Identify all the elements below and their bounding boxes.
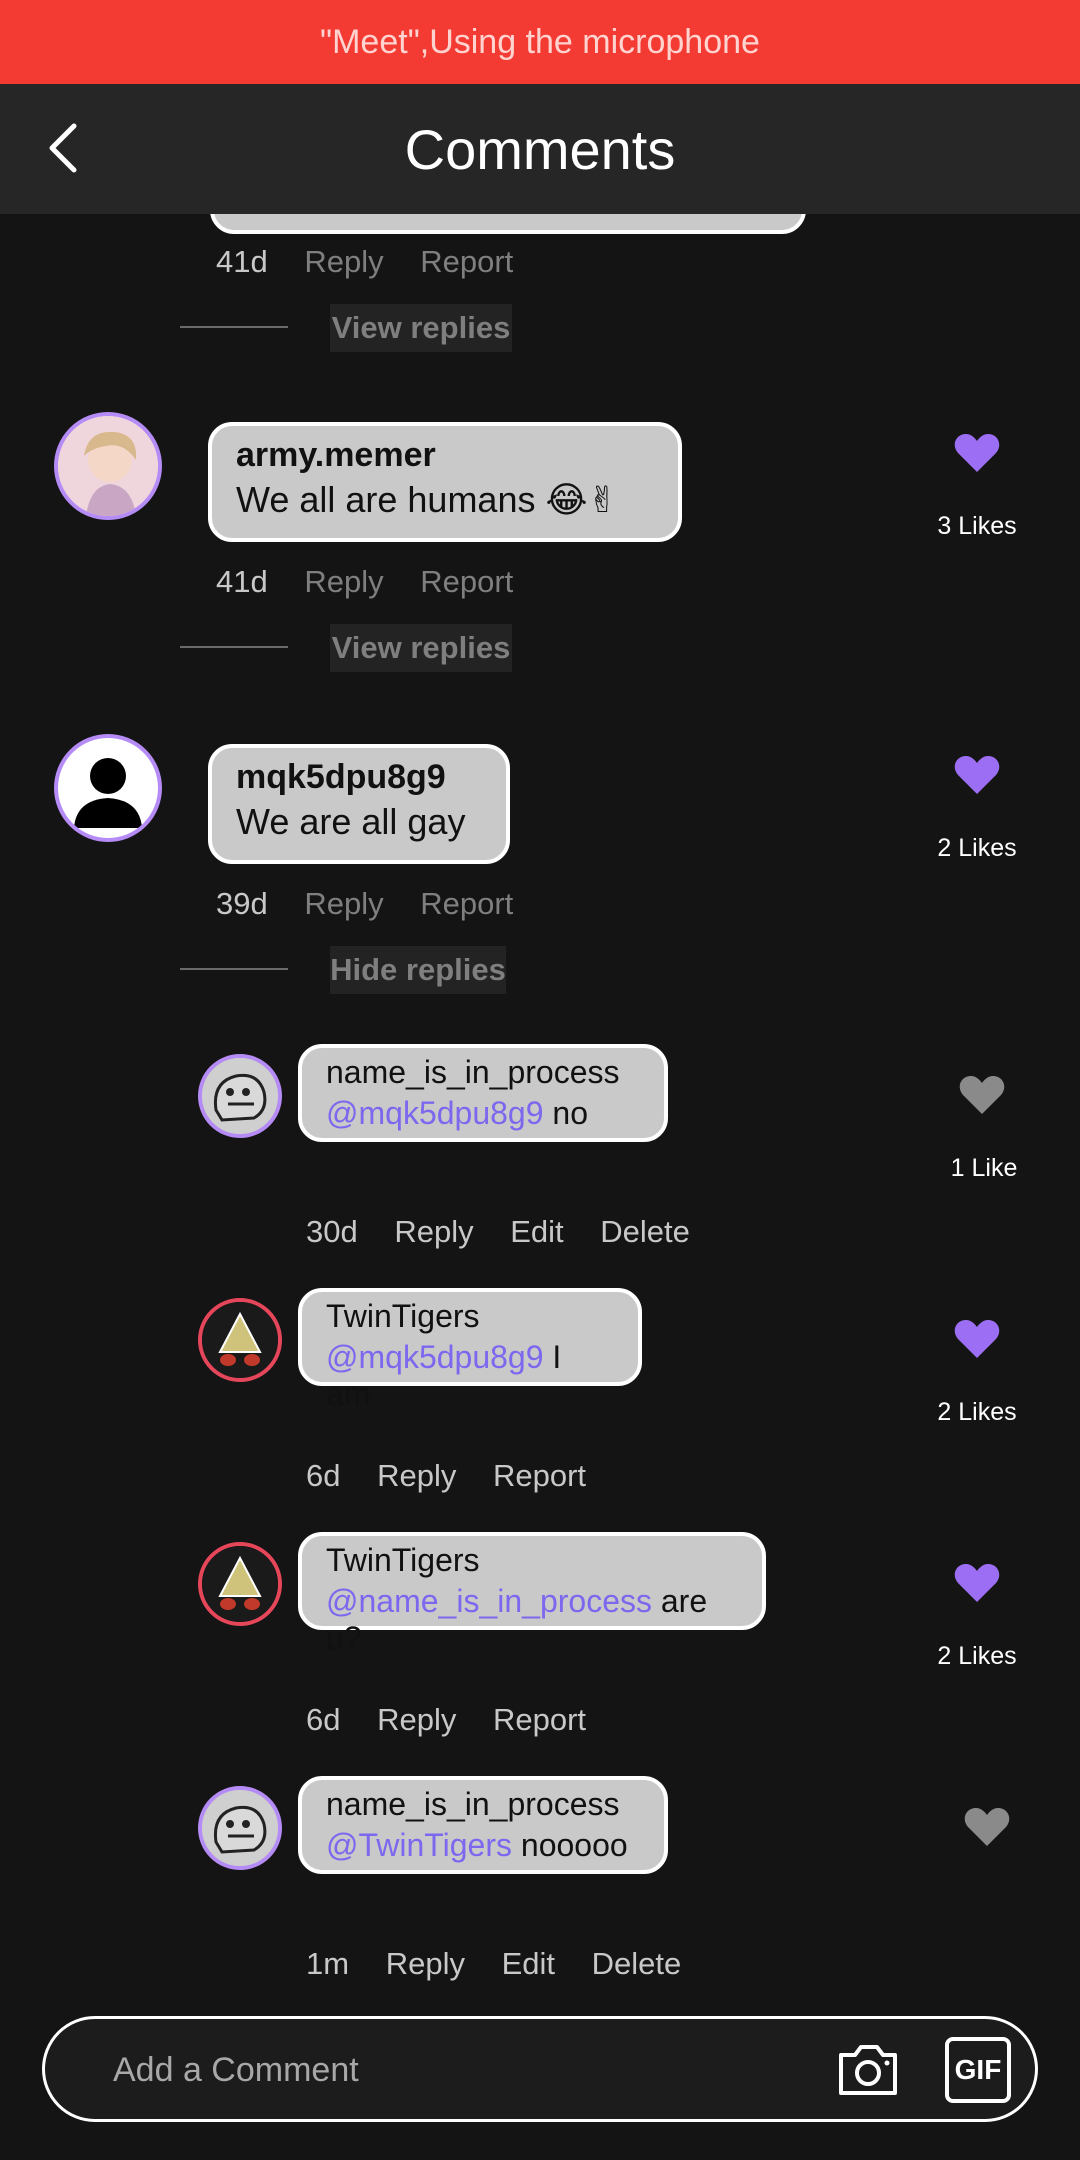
reply-button[interactable]: Reply (304, 564, 383, 599)
edit-button[interactable]: Edit (502, 1946, 555, 1981)
reply-bubble: name_is_in_process @TwinTigers nooooo (298, 1776, 668, 1874)
reply-meta: 1m Reply Edit Delete (306, 1946, 709, 1982)
doodle-avatar-icon (202, 1790, 278, 1866)
like-count: 2 Likes (937, 834, 1017, 862)
reply-username[interactable]: name_is_in_process (326, 1054, 640, 1091)
like-count: 3 Likes (937, 512, 1017, 540)
view-replies-button[interactable]: View replies (330, 624, 512, 672)
mention-link[interactable]: @name_is_in_process (326, 1583, 652, 1619)
add-comment-input[interactable] (111, 2041, 835, 2099)
comment-time: 41d (216, 244, 268, 279)
reply-text: @TwinTigers nooooo (326, 1827, 640, 1864)
back-arrow-icon[interactable] (44, 120, 84, 176)
profile-photo-icon (58, 416, 158, 516)
like-heart-icon[interactable] (963, 1806, 1011, 1848)
comment-meta: 41d Reply Report (216, 564, 541, 600)
avatar[interactable] (198, 1054, 282, 1138)
comment-bubble: mqk5dpu8g9 We are all gay (208, 744, 510, 864)
avatar[interactable] (198, 1786, 282, 1870)
camera-icon[interactable] (835, 2039, 901, 2099)
reply-username[interactable]: TwinTigers (326, 1542, 738, 1579)
report-button[interactable]: Report (493, 1702, 586, 1737)
mention-link[interactable]: @mqk5dpu8g9 (326, 1095, 544, 1131)
like-heart-icon[interactable] (953, 754, 1001, 796)
hide-replies-button[interactable]: Hide replies (330, 946, 506, 994)
comment-bubble: army.memer We all are humans 😂✌ (208, 422, 682, 542)
reply-username[interactable]: name_is_in_process (326, 1786, 640, 1823)
report-button[interactable]: Report (493, 1458, 586, 1493)
reply-button[interactable]: Reply (377, 1702, 456, 1737)
avatar[interactable] (54, 734, 162, 842)
comment-time: 39d (216, 886, 268, 921)
avatar[interactable] (198, 1298, 282, 1382)
reply-text: @mqk5dpu8g9 no (326, 1095, 640, 1132)
like-heart-icon[interactable] (953, 1318, 1001, 1360)
reply-button[interactable]: Reply (304, 244, 383, 279)
status-banner-text: "Meet",Using the microphone (320, 22, 760, 61)
reply-meta: 6d Reply Report (306, 1458, 614, 1494)
comment-text: We all are humans 😂✌ (236, 479, 618, 520)
reply-time: 6d (306, 1458, 341, 1493)
comment-username[interactable]: mqk5dpu8g9 (236, 758, 482, 797)
reply-button[interactable]: Reply (377, 1458, 456, 1493)
reply-button[interactable]: Reply (386, 1946, 465, 1981)
mention-link[interactable]: @mqk5dpu8g9 (326, 1339, 544, 1375)
avatar[interactable] (198, 1542, 282, 1626)
reply-body: nooooo (512, 1827, 628, 1863)
doodle-avatar-icon (202, 1058, 278, 1134)
like-count: 2 Likes (937, 1398, 1017, 1426)
avatar[interactable] (54, 412, 162, 520)
divider-line (180, 968, 288, 970)
view-replies-button[interactable]: View replies (330, 304, 512, 352)
pyramid-avatar-icon (202, 1546, 278, 1622)
reply-meta: 30d Reply Edit Delete (306, 1214, 718, 1250)
reply-bubble: TwinTigers @name_is_in_process are u? (298, 1532, 766, 1656)
reply-body: no (543, 1095, 588, 1131)
reply-button[interactable]: Reply (394, 1214, 473, 1249)
pyramid-avatar-icon (202, 1302, 278, 1378)
status-banner[interactable]: "Meet",Using the microphone (0, 0, 1080, 84)
gif-label: GIF (954, 2054, 1002, 2085)
gif-button[interactable]: GIF (945, 2037, 1011, 2103)
comment-composer: GIF (42, 2016, 1038, 2122)
reply-text: @mqk5dpu8g9 I am (326, 1339, 614, 1413)
reply-time: 6d (306, 1702, 341, 1737)
like-heart-icon[interactable] (953, 1562, 1001, 1604)
reply-time: 1m (306, 1946, 350, 1981)
delete-button[interactable]: Delete (600, 1214, 690, 1249)
reply-meta: 6d Reply Report (306, 1702, 614, 1738)
page-title: Comments (404, 117, 676, 181)
reply-username[interactable]: TwinTigers (326, 1298, 614, 1335)
comments-list[interactable]: 41d Reply Report View replies army.memer… (0, 214, 1080, 2014)
like-heart-icon[interactable] (953, 432, 1001, 474)
reply-time: 30d (306, 1214, 358, 1249)
report-button[interactable]: Report (420, 244, 513, 279)
comment-meta: 39d Reply Report (216, 886, 541, 922)
divider-line (180, 646, 288, 648)
reply-text: @name_is_in_process are u? (326, 1583, 738, 1657)
delete-button[interactable]: Delete (592, 1946, 682, 1981)
comment-time: 41d (216, 564, 268, 599)
mention-link[interactable]: @TwinTigers (326, 1827, 512, 1863)
edit-button[interactable]: Edit (510, 1214, 563, 1249)
comment-text: We are all gay (236, 801, 466, 842)
like-count: 1 Like (950, 1154, 1018, 1182)
reply-button[interactable]: Reply (304, 886, 383, 921)
report-button[interactable]: Report (420, 886, 513, 921)
reply-bubble: TwinTigers @mqk5dpu8g9 I am (298, 1288, 642, 1412)
default-user-icon (74, 758, 142, 828)
divider-line (180, 326, 288, 328)
reply-bubble: name_is_in_process @mqk5dpu8g9 no (298, 1044, 668, 1142)
comment-username[interactable]: army.memer (236, 436, 654, 475)
report-button[interactable]: Report (420, 564, 513, 599)
comment-bubble-clipped (210, 214, 806, 234)
like-heart-icon[interactable] (958, 1074, 1006, 1116)
comment-meta: 41d Reply Report (216, 244, 541, 280)
like-count: 2 Likes (937, 1642, 1017, 1670)
top-bar: Comments (0, 84, 1080, 214)
